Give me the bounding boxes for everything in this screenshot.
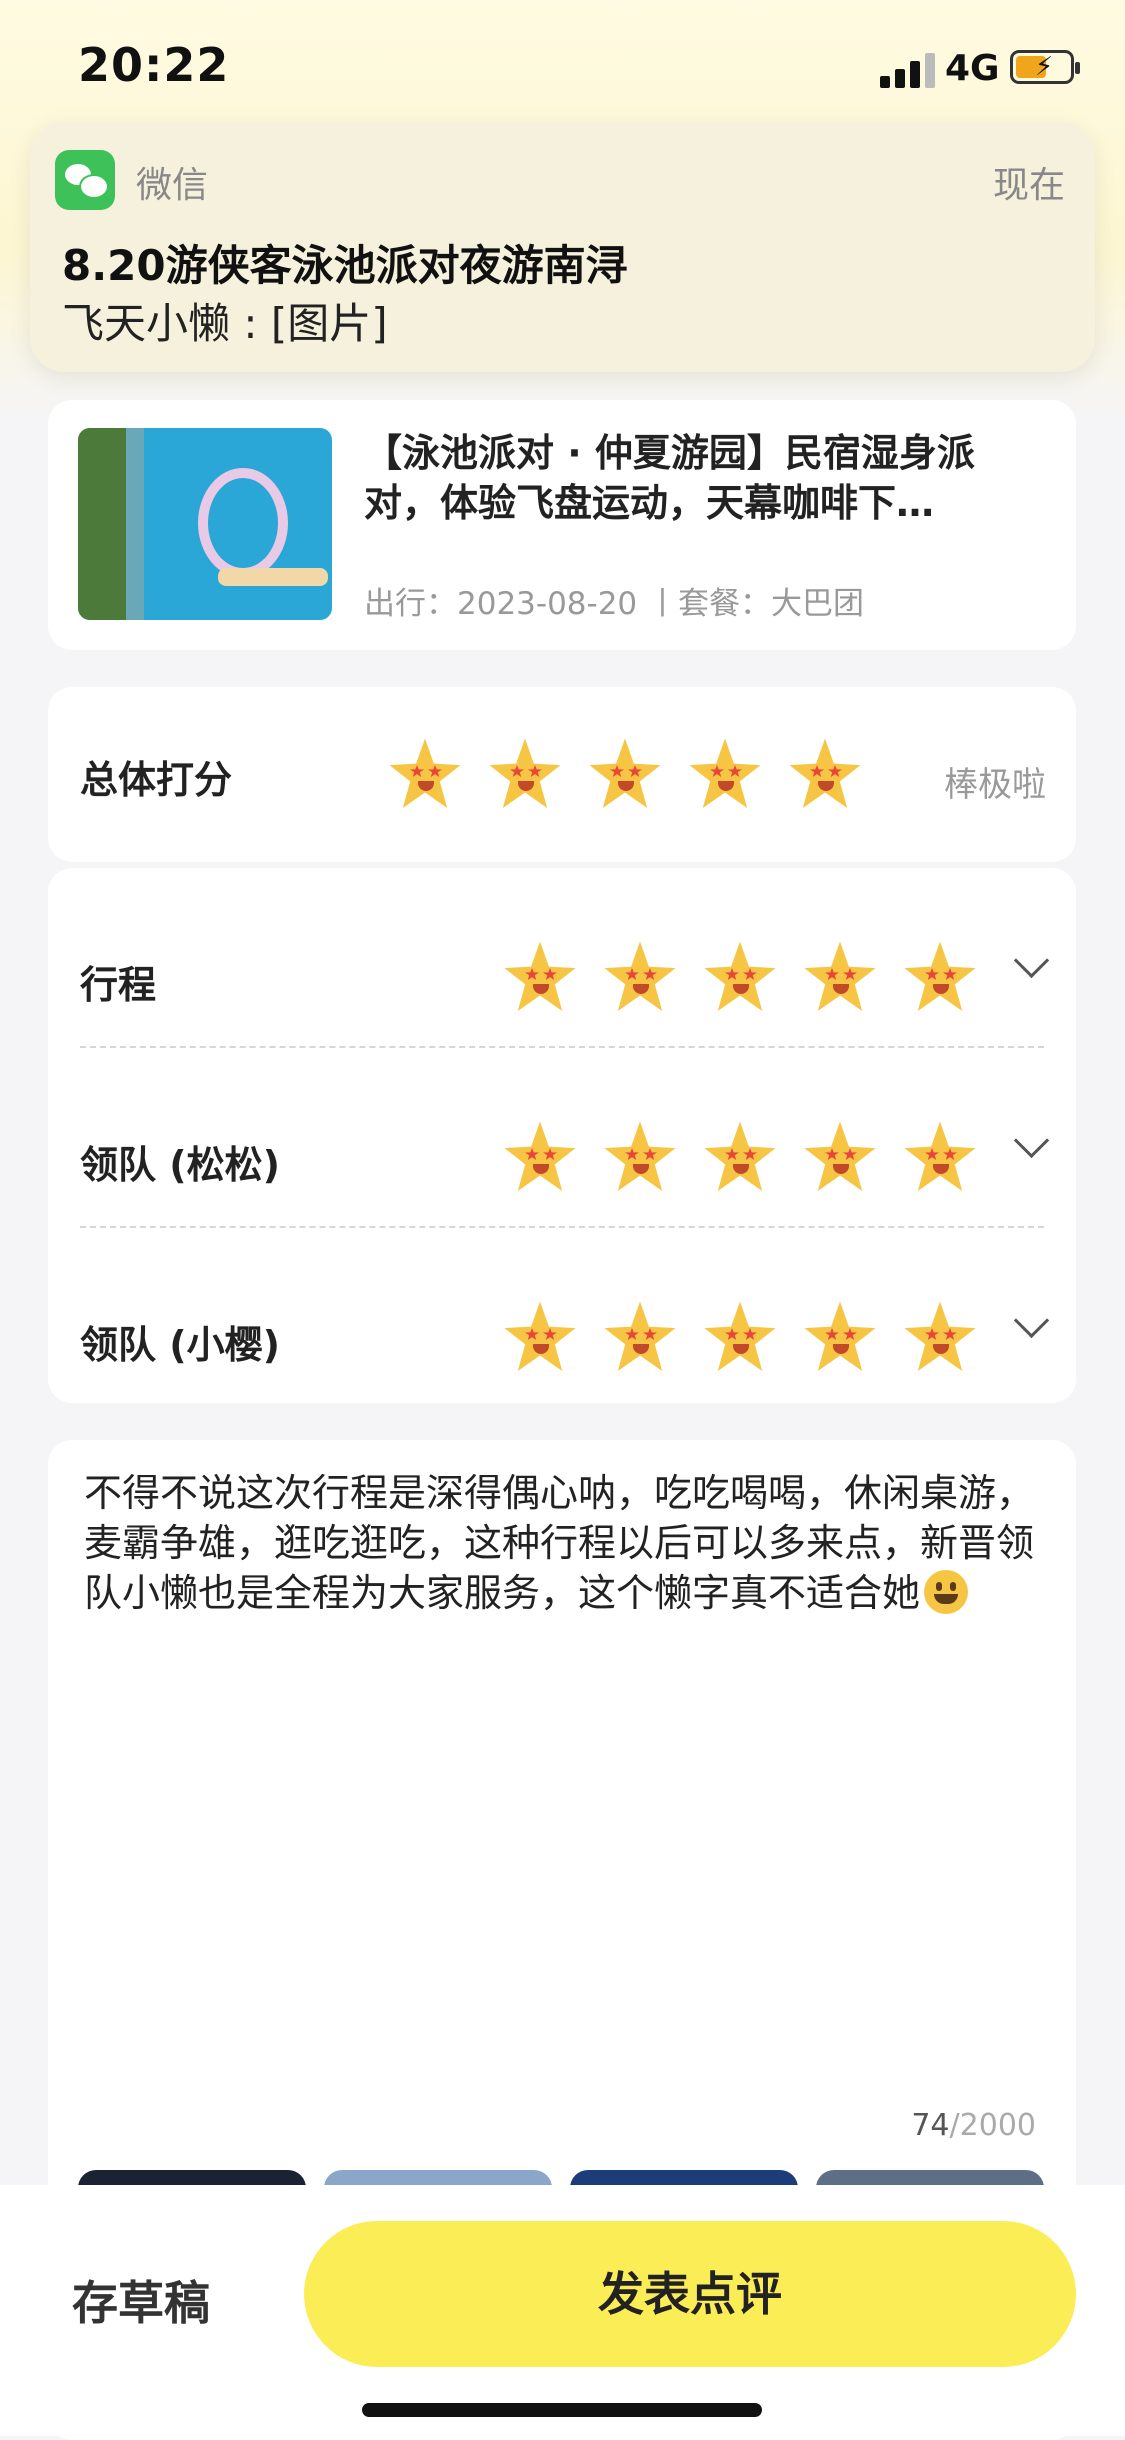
star-icon[interactable] [804,1121,876,1192]
product-meta: 出行：2023-08-20 丨套餐：大巴团 [364,586,865,622]
status-bar: 20:22 4G ⚡ [0,0,1125,130]
publish-review-button[interactable]: 发表点评 [304,2221,1076,2367]
notification-app-name: 微信 [136,165,209,206]
rating-stars-guide-xiaoying[interactable] [503,1300,976,1380]
save-draft-button[interactable]: 存草稿 [72,2267,210,2333]
bottom-action-bar: 存草稿 发表点评 [0,2185,1125,2436]
star-icon[interactable] [389,738,461,809]
detail-ratings-card: 行程 领队 (松松) 领队 (小樱) [48,868,1076,1403]
chevron-down-icon[interactable] [1013,1122,1050,1159]
battery-icon: ⚡ [1010,50,1080,84]
overall-rating-stars[interactable] [388,737,908,817]
network-type: 4G [945,48,1000,89]
rating-label-itinerary: 行程 [80,963,157,1007]
product-thumbnail [78,428,332,620]
smiley-emoji-icon [924,1570,969,1614]
notification-title: 8.20游侠客泳池派对夜游南浔 [62,241,628,290]
product-title: 【泳池派对 · 仲夏游园】民宿湿身派对，体验飞盘运动，天幕咖啡下… [364,431,975,525]
rating-label-guide-songsong: 领队 (松松) [80,1143,280,1187]
chevron-down-icon[interactable] [1013,1302,1050,1339]
row-divider [80,1046,1044,1048]
star-icon[interactable] [504,1301,576,1372]
rating-stars-guide-songsong[interactable] [503,1120,976,1200]
review-text: 不得不说这次行程是深得偶心呐，吃吃喝喝，休闲桌游，麦霸争雄，逛吃逛吃，这种行程以… [84,1471,1035,1615]
star-icon[interactable] [804,941,876,1012]
star-icon[interactable] [604,1121,676,1192]
overall-rating-text: 棒极啦 [944,765,1046,805]
star-icon[interactable] [789,738,861,809]
review-textarea[interactable]: 不得不说这次行程是深得偶心呐，吃吃喝喝，休闲桌游，麦霸争雄，逛吃逛吃，这种行程以… [84,1468,1044,1618]
notification-body: 飞天小懒 : [图片] [62,299,388,348]
star-icon[interactable] [904,941,976,1012]
star-icon[interactable] [604,1301,676,1372]
star-icon[interactable] [904,1121,976,1192]
chevron-down-icon[interactable] [1013,942,1050,979]
notification-time: 现在 [992,165,1065,206]
star-icon[interactable] [704,941,776,1012]
star-icon[interactable] [704,1121,776,1192]
overall-rating-label: 总体打分 [80,758,233,802]
home-indicator[interactable] [362,2403,762,2417]
star-icon[interactable] [504,1121,576,1192]
star-icon[interactable] [904,1301,976,1372]
character-count: 74/2000 [911,2108,1036,2143]
wechat-notification[interactable]: 微信 现在 8.20游侠客泳池派对夜游南浔 飞天小懒 : [图片] [30,122,1095,372]
star-icon[interactable] [604,941,676,1012]
product-card[interactable]: 【泳池派对 · 仲夏游园】民宿湿身派对，体验飞盘运动，天幕咖啡下… 出行：202… [48,400,1076,650]
star-icon[interactable] [704,1301,776,1372]
star-icon[interactable] [689,738,761,809]
star-icon[interactable] [804,1301,876,1372]
status-time: 20:22 [78,38,230,92]
wechat-icon [55,150,115,210]
overall-rating-card: 总体打分 棒极啦 [48,687,1076,862]
rating-label-guide-xiaoying: 领队 (小樱) [80,1323,280,1367]
signal-icon [880,52,936,88]
rating-stars-itinerary[interactable] [503,940,976,1020]
star-icon[interactable] [489,738,561,809]
star-icon[interactable] [589,738,661,809]
row-divider [80,1226,1044,1228]
star-icon[interactable] [504,941,576,1012]
